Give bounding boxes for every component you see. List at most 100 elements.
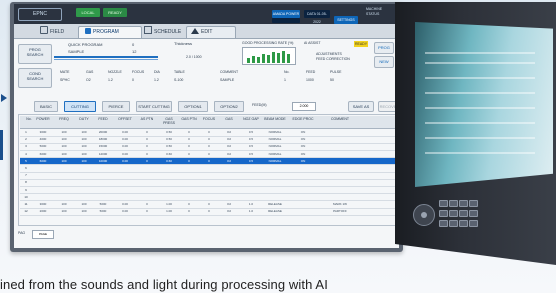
table-cell: 100 <box>81 202 87 206</box>
key-button[interactable] <box>459 220 468 227</box>
table-cell: 3000 <box>39 202 47 206</box>
status-indicator <box>272 18 300 23</box>
adjustments-label: ADJUSTMENTS <box>316 52 342 56</box>
key-button[interactable] <box>449 210 458 217</box>
column-header: DUTY <box>79 117 89 121</box>
field-icon <box>40 26 48 34</box>
key-button[interactable] <box>449 220 458 227</box>
table-cell: 0 <box>146 137 148 142</box>
table-row[interactable]: 12 2000 100 100 5000 0.00 0 1.00 0 0 O2 1.0 RELEASE P… <box>20 208 395 216</box>
page-input[interactable]: PAGE <box>32 230 54 239</box>
subtab-pierce[interactable]: PIERCE <box>102 101 130 112</box>
keypad <box>413 196 493 236</box>
settings-button[interactable]: SETTINGS <box>334 16 358 24</box>
subtab-cutting[interactable]: CUTTING <box>64 101 96 112</box>
table-cell: 0.00 <box>122 209 128 214</box>
feed-rate-input[interactable]: 2.000 <box>292 102 316 111</box>
table-cell: 0.60 <box>166 158 172 163</box>
hdr-value: S-100 <box>174 78 184 82</box>
tab-program[interactable]: PROGRAM <box>78 26 142 38</box>
table-cell: 4000 <box>39 137 47 142</box>
subtab-basic[interactable]: BASIC <box>34 101 58 112</box>
table-cell: 0 <box>146 144 148 149</box>
table-cell: O2 <box>226 144 231 149</box>
key-button[interactable] <box>459 210 468 217</box>
key-button[interactable] <box>449 200 458 207</box>
program-num-2: 12 <box>132 49 137 54</box>
table-cell: O2 <box>226 209 231 214</box>
hdr-label: COMMENT <box>220 70 239 74</box>
tab-field[interactable]: FIELD <box>40 26 64 37</box>
key-button[interactable] <box>439 200 448 207</box>
table-cell: 5000 <box>39 144 47 149</box>
hdr-value: 1.2 <box>154 78 159 82</box>
key-button[interactable] <box>439 220 448 227</box>
table-cell: 0.00 <box>122 144 128 149</box>
table-cell: 100 <box>61 151 67 156</box>
table-cell: 100 <box>81 209 87 214</box>
subtab-option2[interactable]: OPTION2 <box>214 101 244 112</box>
graph-label: GOOD PROCESSING RATE (%) <box>242 41 294 45</box>
table-cell: 0.00 <box>122 137 128 142</box>
key-button[interactable] <box>469 220 478 227</box>
column-header: NOZ GAP <box>243 117 259 121</box>
table-cell: 0 <box>208 158 210 163</box>
page-control: PAG PAGE <box>18 230 58 239</box>
table-cell: 15000 <box>98 144 108 149</box>
table-cell: 0.00 <box>122 202 128 206</box>
table-cell: 100 <box>61 209 67 214</box>
graph-box <box>242 47 296 65</box>
subtab-option1[interactable]: OPTION1 <box>178 101 208 112</box>
table-cell: 0.00 <box>122 130 128 134</box>
table-cell: 1.0 <box>248 209 254 214</box>
table-cell: 1.00 <box>166 202 172 206</box>
table-cell: 100 <box>61 137 67 142</box>
table-cell: MARK 1W <box>332 202 347 206</box>
table-cell: 0 <box>188 202 190 206</box>
screen-line <box>425 107 535 109</box>
table-cell: ON <box>300 144 306 149</box>
cond-search-button[interactable]: COND SEARCH <box>18 68 52 88</box>
table-cell: 0 <box>146 130 148 134</box>
dpad-center[interactable] <box>421 212 427 218</box>
prog-button[interactable]: PROG <box>374 42 394 54</box>
table-cell: NORMAL <box>268 130 282 134</box>
key-button[interactable] <box>459 200 468 207</box>
table-cell: 0.5 <box>248 158 254 163</box>
table-cell: 0.5 <box>248 144 254 149</box>
save-as-button[interactable]: SAVE AS <box>348 101 374 112</box>
program-num-1: 0 <box>132 42 135 47</box>
table-cell: 0 <box>188 158 190 163</box>
table-cell: O2 <box>226 130 231 134</box>
feed-correction-label: FEED CORRECTION <box>316 57 350 61</box>
table-cell: 0.50 <box>166 130 172 134</box>
table-cell: 0 <box>146 202 148 206</box>
table-cell: 0.50 <box>166 137 172 142</box>
tab-schedule[interactable]: SCHEDULE <box>144 26 181 37</box>
table-cell: 7 <box>25 173 27 178</box>
subtab-start-cutting[interactable]: START CUTTING <box>136 101 172 112</box>
hdr-value: 50 <box>330 78 334 82</box>
key-button[interactable] <box>469 200 478 207</box>
status-ready: READY <box>103 8 127 17</box>
tab-edit[interactable]: EDIT <box>186 26 236 38</box>
program-material: SAMPLE <box>68 49 85 54</box>
dpad-icon[interactable] <box>413 204 435 226</box>
prog-search-button[interactable]: PROG SEARCH <box>18 44 52 64</box>
table-cell: 0 <box>208 209 210 214</box>
key-button[interactable] <box>469 210 478 217</box>
table-cell: NORMAL <box>268 144 282 149</box>
table-cell: 20000 <box>98 130 108 134</box>
screen-line <box>425 92 535 94</box>
new-button[interactable]: NEW <box>374 56 394 68</box>
power-button[interactable]: AMADA POWER <box>272 10 300 18</box>
screen-line <box>425 62 535 64</box>
key-button[interactable] <box>439 210 448 217</box>
table-cell: 5000 <box>99 202 107 206</box>
rate-graph: GOOD PROCESSING RATE (%) <box>242 41 296 65</box>
column-header: FEED <box>98 117 108 121</box>
hdr-value: 1 <box>284 78 286 82</box>
divider <box>54 59 158 60</box>
table-cell: 100 <box>61 144 67 149</box>
feed-rate-label: FEED(M) <box>252 103 267 107</box>
